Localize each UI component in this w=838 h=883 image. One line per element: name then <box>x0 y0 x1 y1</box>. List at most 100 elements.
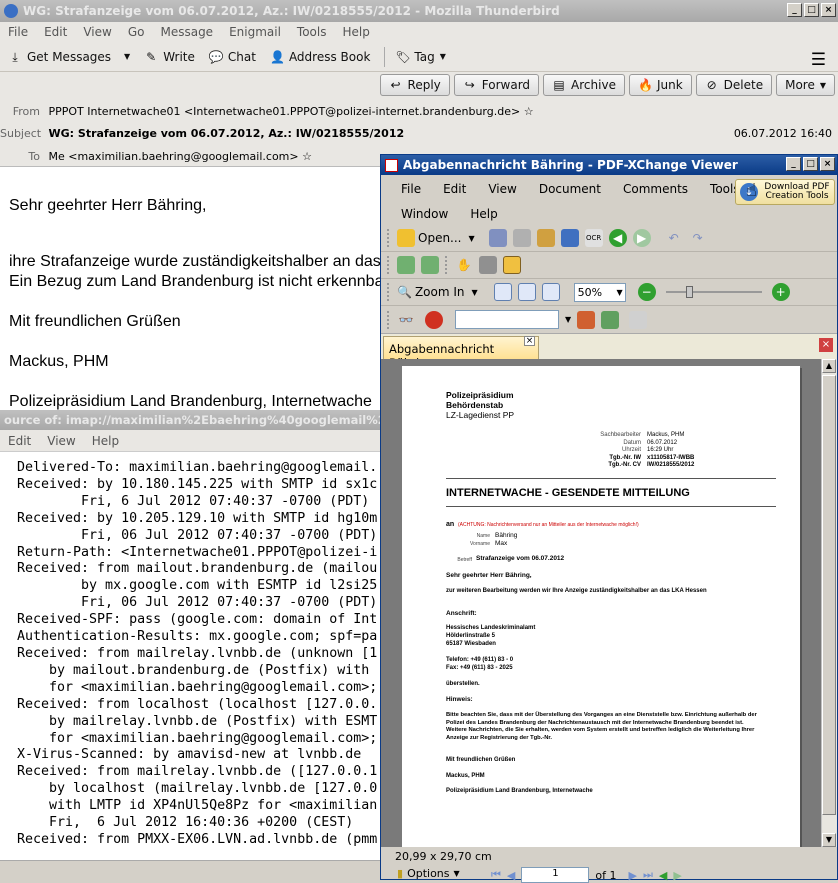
tab-close-icon[interactable]: × <box>524 336 535 346</box>
back-icon[interactable]: ◀ <box>608 229 627 247</box>
options-icon: ▮ <box>397 867 404 880</box>
more-button[interactable]: More ▼ <box>776 74 835 96</box>
pdf-toolbar-4: 👓 ▼ <box>381 306 837 333</box>
menu-view[interactable]: View <box>83 25 111 39</box>
menu-edit[interactable]: Edit <box>44 25 67 39</box>
pdf-menu-view[interactable]: View <box>488 182 516 196</box>
to-value[interactable]: Me <maximilian.baehring@googlemail.com> <box>49 150 299 163</box>
reply-button[interactable]: ↩ Reply <box>379 74 450 96</box>
toolbar-grip <box>445 256 449 274</box>
scroll-thumb[interactable] <box>822 375 836 815</box>
ocr-icon[interactable]: OCR <box>584 229 603 247</box>
get-messages-button[interactable]: ⤓ Get Messages ▼ <box>8 50 130 64</box>
reply-label: Reply <box>407 78 441 92</box>
snapshot-icon[interactable] <box>421 256 439 274</box>
page-number-input[interactable]: 1 <box>521 867 590 883</box>
options-button[interactable]: ▮ Options ▼ <box>397 867 460 880</box>
app-menu-icon[interactable]: ☰ <box>811 50 826 70</box>
doc-name-label: Name <box>476 533 490 539</box>
pdf-menu-comments[interactable]: Comments <box>623 182 688 196</box>
pdf-menu-help[interactable]: Help <box>470 207 497 221</box>
open-button[interactable]: Open... ▼ <box>397 229 475 247</box>
source-menu-edit[interactable]: Edit <box>8 434 31 448</box>
close-icon[interactable]: × <box>820 157 835 171</box>
print-icon[interactable] <box>512 229 531 247</box>
pdf-menubar: File Edit View Document Comments Tools W… <box>381 175 837 225</box>
zoom-in-label: Zoom In <box>414 285 465 299</box>
chevron-down-icon[interactable]: ▼ <box>565 315 571 324</box>
hand-icon[interactable]: ✋ <box>455 256 473 274</box>
star-icon[interactable]: ☆ <box>302 150 312 163</box>
zoom-slider-thumb[interactable] <box>685 286 693 298</box>
chat-label: Chat <box>227 49 256 64</box>
source-line: Fri, 6 Jul 2012 16:40:36 +0200 (CEST) <box>17 815 354 831</box>
pdf-document-tab[interactable]: Abgabennachricht Bähring × <box>383 336 539 370</box>
zoom-slider[interactable] <box>665 286 762 298</box>
meta-value: IW/0218555/2012 <box>647 462 695 468</box>
pdf-menu-edit[interactable]: Edit <box>443 182 466 196</box>
forward-icon[interactable]: ▶ <box>632 229 651 247</box>
menu-help[interactable]: Help <box>342 25 369 39</box>
zoom-value: 50% <box>577 285 603 299</box>
archive-button[interactable]: ▤ Archive <box>543 74 625 96</box>
zoom-select[interactable]: 50% ▼ <box>573 282 626 302</box>
fit-width-icon[interactable] <box>541 283 560 301</box>
address-book-button[interactable]: 👤 Address Book <box>270 50 370 64</box>
chevron-down-icon: ▼ <box>471 287 478 297</box>
highlight-icon[interactable] <box>629 310 648 329</box>
chevron-down-icon: ▼ <box>819 80 826 90</box>
ask-icon[interactable] <box>425 310 443 329</box>
zoom-plus-icon[interactable]: + <box>771 283 790 301</box>
search-next-icon[interactable] <box>601 310 620 329</box>
star-icon[interactable]: ☆ <box>524 105 534 118</box>
source-hscroll[interactable] <box>0 860 380 880</box>
scroll-down-icon[interactable]: ▼ <box>822 833 836 847</box>
delete-button[interactable]: ⊘ Delete <box>695 74 773 96</box>
actual-size-icon[interactable] <box>493 283 512 301</box>
menu-enigmail[interactable]: Enigmail <box>229 25 281 39</box>
glasses-icon[interactable]: 👓 <box>397 311 415 329</box>
doc-closing: Mit freundlichen Grüßen <box>446 757 516 763</box>
pdf-vscroll[interactable]: ▲ ▼ <box>821 359 837 847</box>
doc-line: zur weiteren Bearbeitung werden wir Ihre… <box>446 588 707 594</box>
write-button[interactable]: ✎ Write <box>144 50 195 64</box>
camera-icon[interactable] <box>479 256 497 274</box>
select-text-icon[interactable] <box>397 256 415 274</box>
minimize-icon[interactable]: _ <box>787 3 802 17</box>
undo-icon[interactable]: ↶ <box>665 229 683 247</box>
zoom-out-icon[interactable]: − <box>637 283 656 301</box>
maximize-icon[interactable]: □ <box>803 157 818 171</box>
menu-file[interactable]: File <box>8 25 28 39</box>
fit-page-icon[interactable] <box>517 283 536 301</box>
save-icon[interactable] <box>488 229 507 247</box>
search-prev-icon[interactable] <box>577 310 596 329</box>
pdf-menu-window[interactable]: Window <box>401 207 448 221</box>
maximize-icon[interactable]: □ <box>804 3 819 17</box>
menu-tools[interactable]: Tools <box>297 25 327 39</box>
text-select-tool-icon[interactable] <box>503 256 521 274</box>
close-document-icon[interactable]: × <box>819 338 833 352</box>
package-icon[interactable] <box>536 229 555 247</box>
menu-message[interactable]: Message <box>160 25 213 39</box>
from-value[interactable]: PPPOT Internetwache01 <Internetwache01.P… <box>49 105 521 118</box>
source-text: Delivered-To: maximilian.baehring@google… <box>17 460 377 849</box>
pdf-menu-file[interactable]: File <box>401 182 421 196</box>
source-menu-help[interactable]: Help <box>92 434 119 448</box>
tag-button[interactable]: 🏷 Tag ▼ <box>395 50 445 64</box>
menu-go[interactable]: Go <box>128 25 145 39</box>
source-menu-view[interactable]: View <box>47 434 75 448</box>
minimize-icon[interactable]: _ <box>786 157 801 171</box>
zoom-in-button[interactable]: 🔍 Zoom In ▼ <box>397 285 478 299</box>
pdf-statusbar: 20,99 x 29,70 cm ▮ Options ▼ ⏮ ◀ 1 of 1 … <box>381 847 837 883</box>
source-line: by mailout.brandenburg.de (Postfix) with <box>17 662 370 678</box>
chevron-down-icon[interactable]: ▼ <box>124 52 130 61</box>
redo-icon[interactable]: ↷ <box>689 229 707 247</box>
scroll-up-icon[interactable]: ▲ <box>822 359 836 373</box>
properties-icon[interactable] <box>560 229 579 247</box>
junk-button[interactable]: 🔥 Junk <box>628 74 692 96</box>
pdf-menu-document[interactable]: Document <box>539 182 601 196</box>
search-input[interactable] <box>455 310 559 329</box>
forward-button[interactable]: ↪ Forward <box>453 74 540 96</box>
chat-button[interactable]: 💬 Chat <box>209 50 256 64</box>
close-icon[interactable]: × <box>821 3 836 17</box>
